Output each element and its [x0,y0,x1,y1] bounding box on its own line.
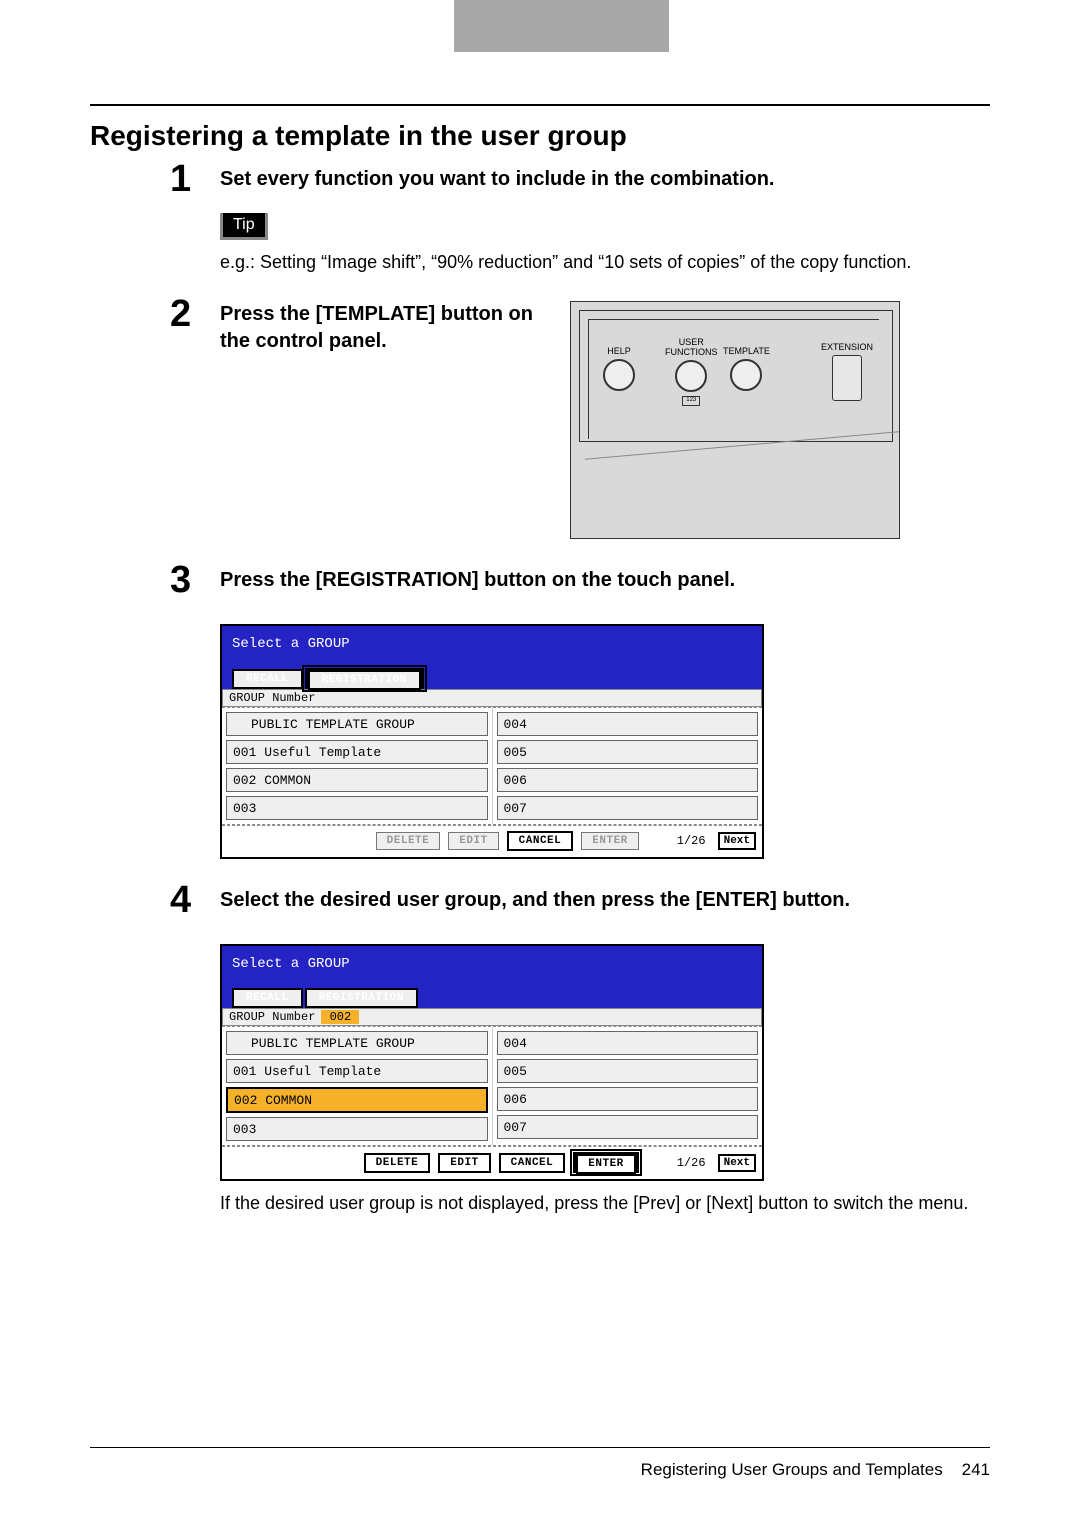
delete-button[interactable]: DELETE [376,832,441,850]
next-button[interactable]: Next [718,832,756,850]
group-number-label: GROUP Number [229,691,315,705]
group-cell[interactable]: 003 [226,796,488,820]
title-rule [90,104,990,106]
group-cell[interactable]: 006 [497,768,759,792]
group-cell[interactable]: 002 COMMON [226,768,488,792]
step-1-tip-text: e.g.: Setting “Image shift”, “90% reduct… [220,252,990,273]
touch-panel-screenshot-1: Select a GROUP RECALL REGISTRATION GROUP… [220,624,764,859]
page-indicator: 1/26 [677,834,706,848]
help-button-icon [603,359,635,391]
group-cell[interactable]: 005 [497,740,759,764]
small-indicator-icon: 123 [682,396,700,406]
panel-extension-label: EXTENSION [821,342,873,352]
group-cell-selected[interactable]: 002 COMMON [226,1087,488,1113]
control-panel-illustration: HELP USER FUNCTIONS 123 TEMPLATE [570,301,900,539]
group-number-label: GROUP Number [229,1010,315,1024]
cancel-button[interactable]: CANCEL [499,1153,566,1173]
panel-userfunc-label: USER FUNCTIONS [665,337,718,357]
extension-slot-icon [832,355,862,401]
group-cell[interactable]: 004 [497,1031,759,1055]
step-1-text: Set every function you want to include i… [220,166,990,193]
group-cell[interactable]: 003 [226,1117,488,1141]
group-cell[interactable]: 006 [497,1087,759,1111]
page-indicator: 1/26 [677,1156,706,1170]
group-cell[interactable]: PUBLIC TEMPLATE GROUP [226,712,488,736]
group-cell[interactable]: 007 [497,1115,759,1139]
touch-header-title: Select a GROUP [232,956,752,972]
page-title: Registering a template in the user group [90,120,990,152]
group-cell[interactable]: 005 [497,1059,759,1083]
step-3-text: Press the [REGISTRATION] button on the t… [220,567,990,594]
tab-recall[interactable]: RECALL [232,988,303,1008]
footer-text: Registering User Groups and Templates 24… [641,1460,990,1479]
cancel-button[interactable]: CANCEL [507,831,574,851]
tab-recall[interactable]: RECALL [232,669,303,689]
group-cell[interactable]: PUBLIC TEMPLATE GROUP [226,1031,488,1055]
touch-panel-screenshot-2: Select a GROUP RECALL REGISTRATION GROUP… [220,944,764,1181]
touch-header-title: Select a GROUP [232,636,752,652]
step-4-note: If the desired user group is not display… [220,1193,990,1214]
group-cell[interactable]: 007 [497,796,759,820]
step-3: 3 Press the [REGISTRATION] button on the… [220,567,990,859]
tab-registration-selected[interactable]: REGISTRATION [308,670,421,690]
group-cell[interactable]: 004 [497,712,759,736]
panel-help-label: HELP [607,346,631,356]
step-3-number: 3 [170,559,191,602]
step-2-text: Press the [TEMPLATE] button on the contr… [220,301,540,355]
step-1-number: 1 [170,158,191,201]
group-cell[interactable]: 001 Useful Template [226,740,488,764]
group-cell[interactable]: 001 Useful Template [226,1059,488,1083]
tab-registration[interactable]: REGISTRATION [305,988,418,1008]
panel-template-label: TEMPLATE [723,346,770,356]
header-gray-block [454,0,669,52]
enter-button-highlighted[interactable]: ENTER [576,1154,636,1174]
step-4: 4 Select the desired user group, and the… [220,887,990,1214]
step-4-text: Select the desired user group, and then … [220,887,990,914]
delete-button[interactable]: DELETE [364,1153,431,1173]
userfunc-button-icon [675,360,707,392]
enter-button[interactable]: ENTER [581,832,639,850]
group-number-value [321,691,359,705]
step-4-number: 4 [170,879,191,922]
step-2: 2 Press the [TEMPLATE] button on the con… [220,301,990,539]
step-2-number: 2 [170,293,191,336]
tip-label: Tip [220,213,268,240]
next-button[interactable]: Next [718,1154,756,1172]
edit-button[interactable]: EDIT [448,832,498,850]
edit-button[interactable]: EDIT [438,1153,490,1173]
template-button-icon [730,359,762,391]
step-1: 1 Set every function you want to include… [220,166,990,273]
group-number-value-selected: 002 [321,1010,359,1024]
